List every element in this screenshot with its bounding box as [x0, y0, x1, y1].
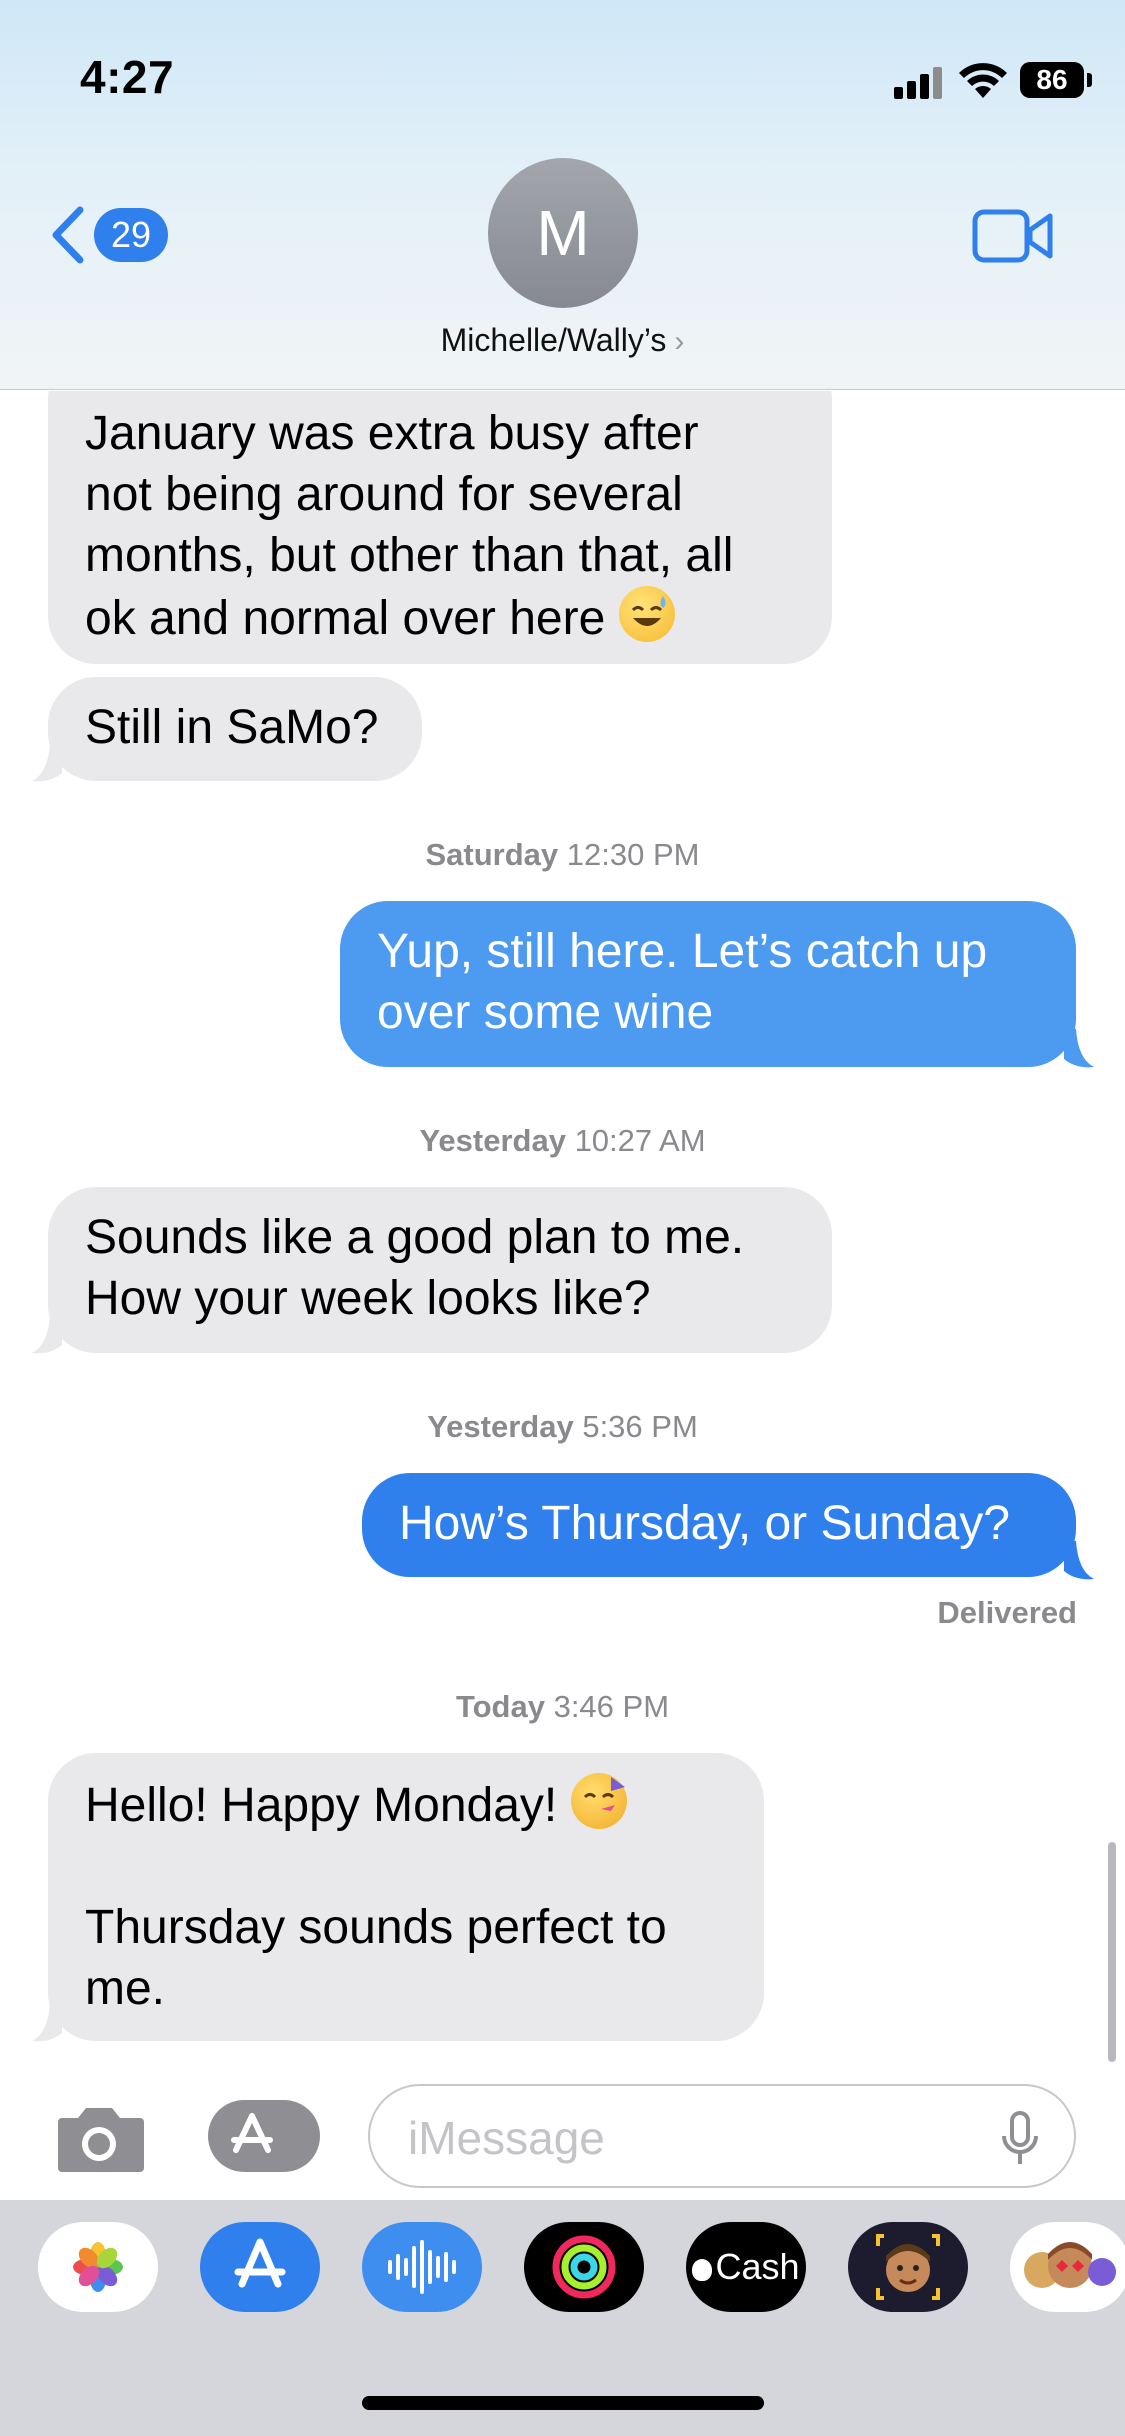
fitness-app[interactable]	[524, 2222, 644, 2312]
timestamp-time: 12:30 PM	[566, 837, 700, 872]
apple-cash-app[interactable]: Cash	[686, 2222, 806, 2312]
timestamp-day: Saturday	[425, 837, 559, 872]
photos-app[interactable]	[38, 2222, 158, 2312]
message-line: over some wine	[377, 986, 714, 1039]
message-thread[interactable]: January was extra busy after not being a…	[0, 391, 1125, 2071]
app-store-icon	[234, 2238, 286, 2288]
message-line: January was extra busy after	[85, 407, 699, 460]
back-button[interactable]: 29	[48, 200, 178, 270]
timestamp-day: Yesterday	[427, 1409, 574, 1444]
app-store-button[interactable]	[208, 2100, 320, 2172]
memoji-face-icon	[876, 2234, 940, 2300]
app-store-app[interactable]	[200, 2222, 320, 2312]
unread-count-badge: 29	[94, 208, 168, 262]
scrollbar-thumb[interactable]	[1108, 1842, 1116, 2062]
memoji-stickers-icon	[1024, 2242, 1116, 2288]
app-store-icon	[231, 2113, 273, 2153]
message-line: Yup, still here. Let’s catch up	[377, 925, 988, 978]
message-line: Thursday sounds perfect to	[85, 1901, 667, 1954]
compose-bar	[0, 2072, 1125, 2200]
home-indicator[interactable]	[362, 2396, 764, 2410]
message-line: me.	[85, 1962, 166, 2015]
bubble-tail	[32, 743, 62, 782]
timestamp-day: Today	[455, 1689, 545, 1724]
photos-icon	[73, 2242, 123, 2292]
battery-tip	[1087, 73, 1092, 87]
partying-face-emoji	[570, 1773, 627, 1829]
message-input-field[interactable]	[368, 2084, 1076, 2188]
apple-logo-icon	[692, 2259, 713, 2281]
message-input[interactable]	[408, 2110, 968, 2166]
timestamp: Yesterday 5:36 PM	[0, 1409, 1125, 1445]
cash-label: Cash	[715, 2246, 800, 2287]
message-line: Sounds like a good plan to me.	[85, 1211, 745, 1264]
memoji-stickers-app[interactable]	[1010, 2222, 1125, 2312]
chevron-right-icon: ›	[674, 325, 685, 358]
audio-message-app[interactable]	[362, 2222, 482, 2312]
contact-name-button[interactable]: Michelle/Wally’s ›	[0, 322, 1125, 366]
message-line: How your week looks like?	[85, 1272, 651, 1325]
battery-icon: 86	[1020, 62, 1084, 98]
timestamp-time: 5:36 PM	[582, 1409, 698, 1444]
timestamp: Today 3:46 PM	[0, 1689, 1125, 1725]
microphone-icon[interactable]	[1000, 2110, 1040, 2168]
message-line: months, but other than that, all	[85, 529, 734, 582]
facetime-video-icon[interactable]	[972, 208, 1054, 264]
message-line: not being around for several	[85, 468, 683, 521]
message-bubble-outgoing[interactable]: Yup, still here. Let’s catch up over som…	[340, 901, 1076, 1067]
message-bubble-incoming[interactable]: Sounds like a good plan to me. How your …	[48, 1187, 832, 1353]
bubble-tail	[1064, 1541, 1094, 1580]
message-bubble-outgoing[interactable]: How’s Thursday, or Sunday?	[362, 1473, 1076, 1577]
message-text: How’s Thursday, or Sunday?	[399, 1497, 1010, 1550]
delivered-status: Delivered	[937, 1595, 1077, 1630]
cellular-signal-icon	[894, 63, 944, 99]
bubble-tail	[32, 2003, 62, 2042]
message-line: Hello! Happy Monday!	[85, 1779, 558, 1832]
message-line	[85, 1836, 727, 1897]
timestamp: Yesterday 10:27 AM	[0, 1123, 1125, 1159]
timestamp-time: 3:46 PM	[553, 1689, 670, 1724]
memoji-app[interactable]	[848, 2222, 968, 2312]
conversation-header: 4:27 86 29 M Michelle/Wally’s ›	[0, 0, 1125, 390]
message-bubble-incoming[interactable]: Still in SaMo?	[48, 677, 422, 781]
timestamp-time: 10:27 AM	[574, 1123, 706, 1158]
message-bubble-incoming[interactable]: January was extra busy after not being a…	[48, 391, 832, 664]
bubble-tail	[1064, 1029, 1094, 1068]
message-text: Still in SaMo?	[85, 701, 379, 754]
waveform-icon	[388, 2240, 456, 2294]
contact-name: Michelle/Wally’s	[440, 322, 667, 358]
status-time: 4:27	[80, 51, 175, 103]
chevron-left-icon	[52, 206, 84, 264]
wifi-icon	[959, 63, 1007, 98]
message-bubble-incoming[interactable]: Hello! Happy Monday! Thursday sounds per…	[48, 1753, 764, 2041]
message-line: ok and normal over here	[85, 592, 606, 645]
timestamp: Saturday 12:30 PM	[0, 837, 1125, 873]
activity-rings-icon	[552, 2235, 616, 2299]
contact-avatar[interactable]: M	[488, 158, 638, 308]
timestamp-day: Yesterday	[419, 1123, 566, 1158]
camera-icon[interactable]	[52, 2102, 146, 2174]
bubble-tail	[32, 1315, 62, 1354]
sweat-smile-emoji	[618, 586, 675, 642]
